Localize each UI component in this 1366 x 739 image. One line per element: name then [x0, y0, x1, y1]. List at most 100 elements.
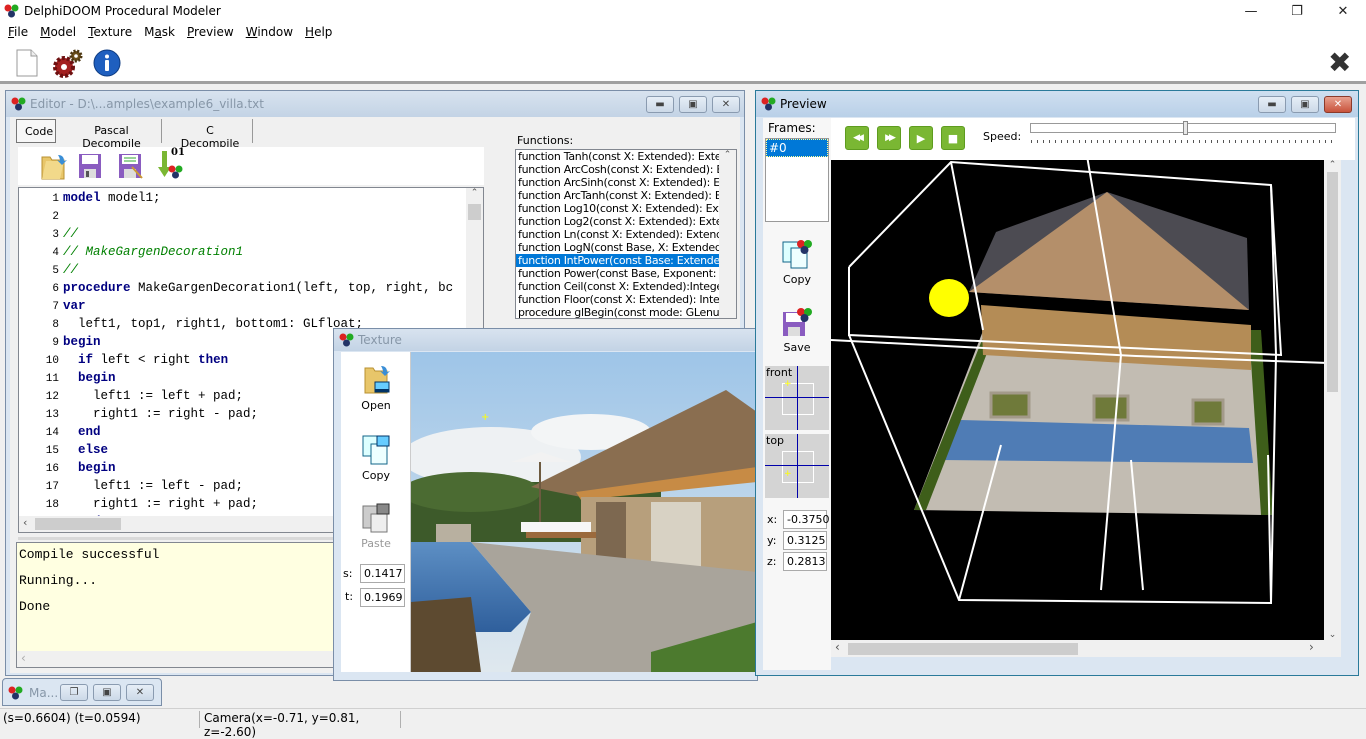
editor-maximize-button[interactable]: ▣	[679, 96, 707, 113]
line-number: 3	[52, 229, 59, 241]
texture-cursor-icon: +	[481, 412, 489, 423]
functions-scrollbar[interactable]: ⌃	[719, 150, 736, 318]
menu-model[interactable]: Model	[34, 22, 82, 42]
t-label: t:	[345, 590, 354, 603]
editor-close-button[interactable]: ✕	[712, 96, 740, 113]
function-item[interactable]: procedure glBegin(const mode: GLenum);	[516, 306, 720, 318]
menu-preview[interactable]: Preview	[181, 22, 240, 42]
texture-open-button[interactable]: Open	[341, 364, 411, 412]
settings-button[interactable]	[52, 48, 83, 78]
paste-image-icon	[362, 503, 390, 533]
x-field[interactable]: -0.3750	[783, 510, 829, 529]
top-view-pad[interactable]: top +	[765, 434, 829, 498]
menu-bar: File Model Texture Mask Preview Window Help	[0, 22, 1366, 42]
function-item[interactable]: function Ceil(const X: Extended):Integer…	[516, 280, 720, 293]
fast-forward-button[interactable]: ▶▶	[877, 126, 901, 150]
viewport-vertical-scrollbar[interactable]: ⌃ ⌄	[1324, 160, 1341, 640]
save-as-button[interactable]	[118, 153, 144, 182]
mask-close-button[interactable]: ✕	[126, 684, 154, 701]
frames-label: Frames:	[768, 121, 816, 135]
mask-maximize-button[interactable]: ▣	[93, 684, 121, 701]
function-item[interactable]: function Ln(const X: Extended): Extended	[516, 228, 720, 241]
function-item[interactable]: function ArcSinh(const X: Extended): Ext…	[516, 176, 720, 189]
line-number: 1	[52, 193, 59, 205]
preview-title-bar[interactable]: Preview ▬ ▣ ✕	[756, 91, 1358, 117]
texture-title: Texture	[358, 333, 402, 347]
tab-code[interactable]: Code	[16, 119, 56, 143]
close-button[interactable]: ✕	[1320, 0, 1366, 22]
function-item[interactable]: function Power(const Base, Exponent: Ext	[516, 267, 720, 280]
code-line: 1 model model1;	[19, 190, 483, 208]
3d-scene	[831, 160, 1329, 605]
tab-pascal-decompile[interactable]: Pascal Decompile	[62, 119, 162, 150]
code-line: 4// MakeGargenDecoration1	[19, 244, 483, 262]
menu-texture[interactable]: Texture	[82, 22, 138, 42]
front-view-pad[interactable]: front +	[765, 366, 829, 430]
function-item[interactable]: function Log2(const X: Extended): Extend	[516, 215, 720, 228]
scroll-thumb[interactable]	[1327, 172, 1338, 392]
z-field[interactable]: 0.2813	[783, 552, 827, 571]
editor-title-bar[interactable]: Editor - D:\...amples\example6_villa.txt…	[6, 91, 744, 117]
rewind-button[interactable]: ◀◀	[845, 126, 869, 150]
compile-run-button[interactable]: 01	[158, 147, 188, 184]
code-line: 6 procedure MakeGargenDecoration1(left, t…	[19, 280, 483, 298]
t-field[interactable]: 0.1969	[360, 588, 405, 607]
preview-close-button[interactable]: ✕	[1324, 96, 1352, 113]
function-item[interactable]: function Floor(const X: Extended): Integ…	[516, 293, 720, 306]
function-item[interactable]: function ArcCosh(const X: Extended): Ext	[516, 163, 720, 176]
3d-viewport[interactable]: ⌃ ⌄ ‹ ›	[831, 160, 1341, 657]
tab-c-decompile[interactable]: C Decompile	[168, 119, 253, 150]
save-button[interactable]	[78, 153, 102, 182]
function-item[interactable]: function LogN(const Base, X: Extended): …	[516, 241, 720, 254]
preview-maximize-button[interactable]: ▣	[1291, 96, 1319, 113]
frame-item[interactable]: #0	[766, 139, 828, 157]
scroll-thumb[interactable]	[468, 204, 481, 220]
scroll-left-arrow-icon: ‹	[835, 640, 840, 654]
texture-paste-label: Paste	[361, 537, 391, 550]
function-item[interactable]: function IntPower(const Base: Extended;	[516, 254, 720, 267]
function-item[interactable]: function Tanh(const X: Extended): Extend	[516, 150, 720, 163]
about-button[interactable]	[92, 48, 122, 78]
mask-window-minimized[interactable]: Ma... ❐ ▣ ✕	[2, 678, 162, 706]
texture-title-bar[interactable]: Texture	[334, 329, 757, 351]
play-button[interactable]: ▶	[909, 126, 933, 150]
scroll-left-arrow-icon: ‹	[21, 651, 26, 665]
y-field[interactable]: 0.3125	[783, 531, 827, 550]
function-item[interactable]: function Log10(const X: Extended): Exten	[516, 202, 720, 215]
function-item[interactable]: function ArcTanh(const X: Extended): Ext	[516, 189, 720, 202]
line-number: 15	[45, 445, 59, 457]
texture-image[interactable]: +	[411, 352, 757, 672]
frames-list[interactable]: #0	[765, 138, 829, 222]
texture-window: Texture Open Copy Paste s: 0.1417 t: 0.1…	[333, 328, 758, 681]
scroll-thumb[interactable]	[848, 643, 1078, 655]
preview-window: Preview ▬ ▣ ✕ Frames: #0 Copy Save front	[755, 90, 1359, 676]
status-camera: Camera(x=-0.71, y=0.81, z=-2.60)	[201, 711, 401, 739]
menu-window[interactable]: Window	[240, 22, 299, 42]
menu-mask[interactable]: Mask	[138, 22, 181, 42]
preview-minimize-button[interactable]: ▬	[1258, 96, 1286, 113]
scroll-right-arrow-icon: ›	[1309, 640, 1314, 654]
preview-save-button[interactable]: Save	[763, 306, 831, 354]
minimize-button[interactable]: —	[1228, 0, 1274, 22]
viewport-horizontal-scrollbar[interactable]: ‹ ›	[831, 640, 1341, 657]
open-button[interactable]	[40, 151, 68, 184]
copy-image-icon	[362, 435, 390, 465]
speed-slider-thumb[interactable]	[1183, 121, 1188, 135]
preview-copy-button[interactable]: Copy	[763, 238, 831, 286]
texture-paste-button: Paste	[341, 502, 411, 550]
planter	[1092, 394, 1130, 422]
restore-button[interactable]: ❐	[1274, 0, 1320, 22]
stop-button[interactable]: ■	[941, 126, 965, 150]
new-document-button[interactable]	[14, 48, 44, 78]
functions-list[interactable]: function Tanh(const X: Extended): Extend…	[515, 149, 737, 319]
mask-restore-button[interactable]: ❐	[60, 684, 88, 701]
editor-minimize-button[interactable]: ▬	[646, 96, 674, 113]
scroll-thumb[interactable]	[35, 518, 121, 530]
menu-file[interactable]: File	[2, 22, 34, 42]
app-logo-icon	[4, 4, 19, 18]
texture-copy-button[interactable]: Copy	[341, 434, 411, 482]
toolbar-close-button[interactable]: ✖	[1328, 49, 1351, 77]
menu-help[interactable]: Help	[299, 22, 338, 42]
s-field[interactable]: 0.1417	[360, 564, 405, 583]
front-marker-icon: +	[784, 379, 792, 389]
